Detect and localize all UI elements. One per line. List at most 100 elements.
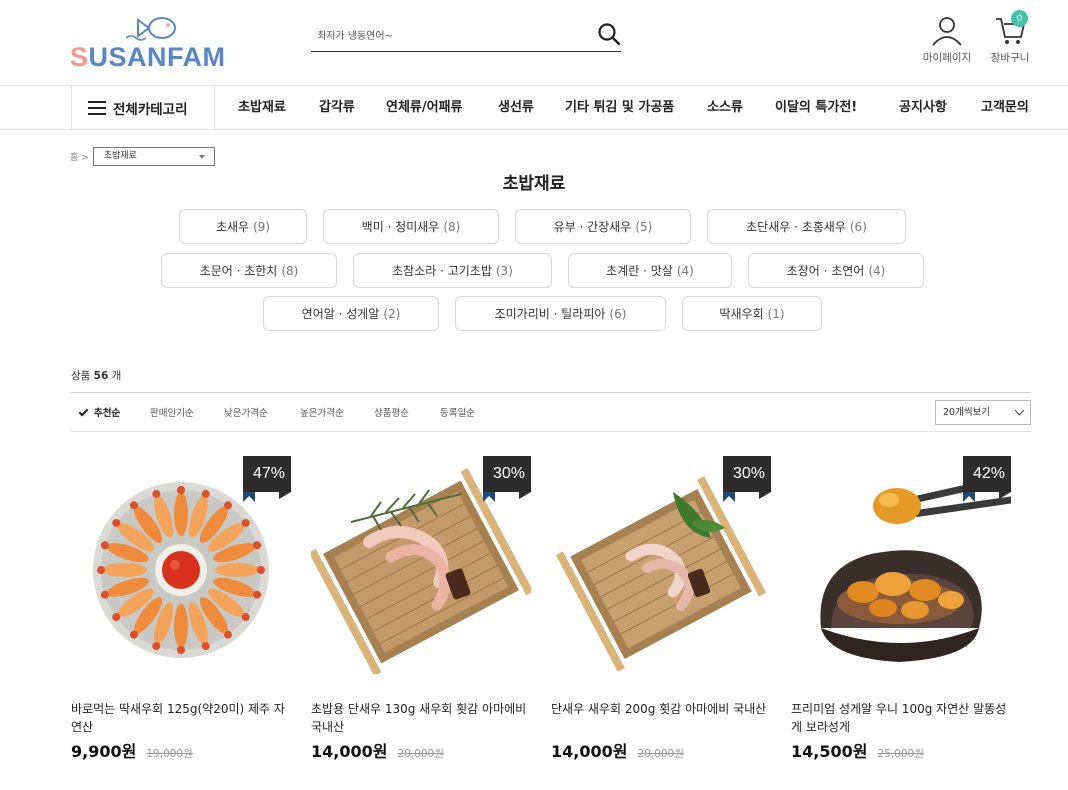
menu-icon <box>88 101 106 115</box>
product-name[interactable]: 단새우 새우회 200g 횟감 아마에비 국내산 <box>551 700 771 736</box>
shrimp-piece <box>215 563 259 577</box>
original-price: 20,000원 <box>637 748 684 760</box>
category-chip[interactable]: 연어알 · 성게알 (2) <box>263 296 439 331</box>
sale-price: 14,000원 <box>311 742 388 761</box>
product-image[interactable]: 30% <box>311 452 531 674</box>
discount-badge: 30% <box>723 456 771 499</box>
discount-badge: 30% <box>483 456 531 499</box>
shrimp-tail <box>253 590 262 599</box>
page-title: 초밥재료 <box>502 174 566 194</box>
nav-item-notices[interactable]: 공지사항 <box>899 86 947 130</box>
product-price: 9,900원 19,000원 <box>71 738 291 762</box>
all-categories-button[interactable]: 전체카테고리 <box>71 86 215 130</box>
search-icon[interactable] <box>597 22 621 46</box>
shrimp-tail <box>201 642 210 651</box>
category-chip[interactable]: 초참소라 · 고기초밥 (3) <box>353 253 552 288</box>
cart-link[interactable]: 0 장바구니 <box>980 10 1040 65</box>
category-chip[interactable]: 초새우 (9) <box>179 209 307 244</box>
product-card[interactable]: 30% 초밥용 단새우 130g 새우회 횟감 아마에비 국내산 14,000원… <box>311 452 531 762</box>
breadcrumb: 홈 > 초밥재료 <box>70 146 215 166</box>
shrimp-tail <box>177 486 185 494</box>
category-chip[interactable]: 초계란 · 맛살 (4) <box>568 253 732 288</box>
user-icon <box>932 17 962 46</box>
product-card[interactable]: 30% 단새우 새우회 200g 횟감 아마에비 국내산 14,000원 20,… <box>551 452 771 762</box>
nav-item-monthly-deals[interactable]: 이달의 특가전! <box>775 86 857 130</box>
shrimp-tail <box>241 518 250 527</box>
site-header: SUSANFAM 마이페이지 0 장바구니 <box>0 0 1068 86</box>
shrimp-tail <box>112 518 121 527</box>
shrimp-tail <box>152 642 161 651</box>
nav-item-inquiry[interactable]: 고객문의 <box>981 86 1029 130</box>
sale-price: 14,000원 <box>551 742 628 761</box>
sort-popular[interactable]: 판매인기순 <box>150 405 194 419</box>
shrimp-tail <box>253 541 262 550</box>
sort-bar: 추천순 판매인기순 낮은가격순 높은가격순 상품평순 등록일순 20개씩보기 <box>71 392 1031 432</box>
original-price: 20,000원 <box>397 748 444 760</box>
sort-price-low[interactable]: 낮은가격순 <box>224 405 268 419</box>
sale-price: 9,900원 <box>71 742 137 761</box>
brand-logo[interactable]: SUSANFAM <box>70 14 230 74</box>
cart-count-badge: 0 <box>1011 10 1028 27</box>
main-nav: 전체카테고리 초밥재료 갑각류 연체류/어패류 생선류 기타 튀김 및 가공품 … <box>0 86 1068 130</box>
per-page-value: 20개씩보기 <box>943 407 991 418</box>
product-image[interactable]: 47% <box>71 452 291 674</box>
shrimp-tail <box>129 630 138 639</box>
nav-item-sauces[interactable]: 소스류 <box>707 86 743 130</box>
cart-label: 장바구니 <box>990 52 1030 64</box>
category-chip[interactable]: 초단새우 · 초홍새우 (6) <box>707 209 906 244</box>
product-image[interactable]: 42% <box>791 452 1011 674</box>
nav-item-crustaceans[interactable]: 갑각류 <box>319 86 355 130</box>
original-price: 25,000원 <box>877 748 924 760</box>
nav-item-fish[interactable]: 생선류 <box>498 86 534 130</box>
sort-reviews[interactable]: 상품평순 <box>374 405 409 419</box>
per-page-select[interactable]: 20개씩보기 <box>935 400 1031 425</box>
original-price: 19,000원 <box>146 748 193 760</box>
product-card[interactable]: 42% 프리미엄 성게알 우니 100g 자연산 말똥성게 보라성게 14,50… <box>791 452 1011 762</box>
search-bar <box>311 22 621 52</box>
fish-icon <box>126 17 176 41</box>
category-chip[interactable]: 조미가리비 · 틸라피아 (6) <box>455 296 666 331</box>
shrimp-tail <box>201 489 210 498</box>
shrimp-tail <box>100 541 109 550</box>
shrimp-piece <box>174 604 188 648</box>
discount-badge: 47% <box>243 456 291 499</box>
product-name[interactable]: 프리미엄 성게알 우니 100g 자연산 말똥성게 보라성게 <box>791 700 1011 736</box>
product-name[interactable]: 초밥용 단새우 130g 새우회 횟감 아마에비 국내산 <box>311 700 531 736</box>
sort-newest[interactable]: 등록일순 <box>440 405 475 419</box>
caret-down-icon <box>198 154 205 159</box>
nav-item-sushi[interactable]: 초밥재료 <box>238 86 286 130</box>
category-chip[interactable]: 유부 · 간장새우 (5) <box>515 209 691 244</box>
sort-price-high[interactable]: 높은가격순 <box>300 405 344 419</box>
all-categories-label: 전체카테고리 <box>113 102 188 118</box>
product-card[interactable]: 47% 바로먹는 딱새우회 125g(약20미) 제주 자연산 9,900원 1… <box>71 452 291 762</box>
category-chip[interactable]: 초장어 · 초연어 (4) <box>748 253 924 288</box>
shrimp-piece <box>174 492 188 536</box>
breadcrumb-category-select[interactable]: 초밥재료 <box>92 146 215 166</box>
logo-text: SUSANFAM <box>70 42 226 72</box>
shrimp-tail <box>129 501 138 510</box>
shrimp-tail <box>224 501 233 510</box>
product-price: 14,000원 20,000원 <box>311 738 531 762</box>
category-chip[interactable]: 백미 · 청미새우 (8) <box>323 209 499 244</box>
product-price: 14,500원 25,000원 <box>791 738 1011 762</box>
sort-recommended[interactable]: 추천순 <box>78 405 120 419</box>
mypage-link[interactable]: 마이페이지 <box>917 14 977 65</box>
nav-item-processed[interactable]: 기타 튀김 및 가공품 <box>565 86 674 130</box>
product-price: 14,000원 20,000원 <box>551 738 771 762</box>
product-image[interactable]: 30% <box>551 452 771 674</box>
product-name[interactable]: 바로먹는 딱새우회 125g(약20미) 제주 자연산 <box>71 700 291 736</box>
shrimp-tail <box>97 566 105 574</box>
product-count: 상품 56 개 <box>71 370 122 382</box>
breadcrumb-home[interactable]: 홈 > <box>70 150 89 163</box>
shrimp-tail <box>100 590 109 599</box>
category-chip[interactable]: 딱새우회 (1) <box>682 296 822 331</box>
shrimp-tail <box>152 489 161 498</box>
breadcrumb-current: 초밥재료 <box>103 150 137 161</box>
category-chip[interactable]: 초문어 · 초한치 (8) <box>161 253 337 288</box>
chevron-down-icon <box>1014 405 1025 416</box>
shrimp-tail <box>177 646 185 654</box>
shrimp-piece <box>103 563 147 577</box>
sale-price: 14,500원 <box>791 742 868 761</box>
search-input[interactable] <box>317 26 577 46</box>
nav-item-mollusks[interactable]: 연체류/어패류 <box>386 86 463 130</box>
